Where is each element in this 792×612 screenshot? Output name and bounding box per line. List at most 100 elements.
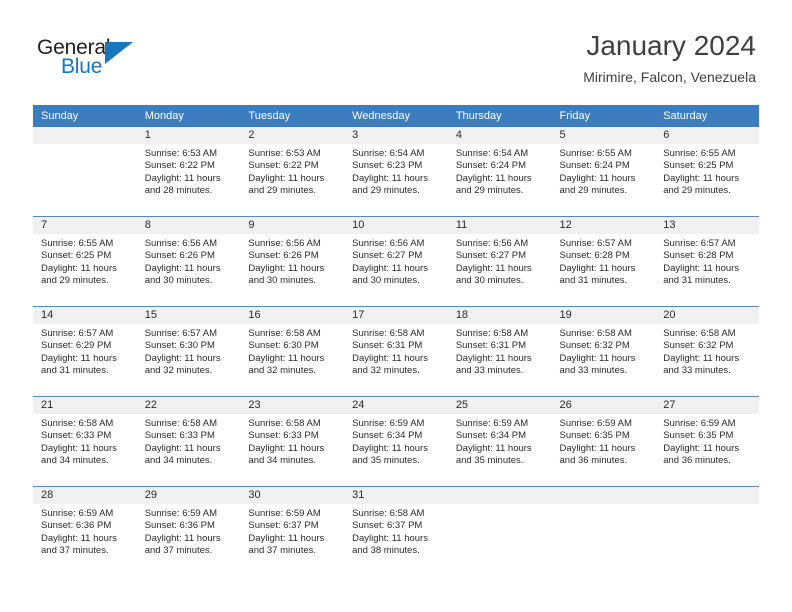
day-cell-inner: 25 Sunrise: 6:59 AM Sunset: 6:34 PM Dayligh…	[447, 397, 552, 486]
calendar-day-cell-empty	[655, 486, 759, 576]
calendar-day-cell[interactable]: 29 Sunrise: 6:59 AM Sunset: 6:36 PM Dayligh…	[136, 486, 241, 576]
day-cell-inner: 13 Sunrise: 6:57 AM Sunset: 6:28 PM Dayligh…	[655, 217, 759, 306]
weekday-header-tuesday: Tuesday	[240, 105, 345, 127]
calendar-day-cell[interactable]: 25 Sunrise: 6:59 AM Sunset: 6:34 PM Dayligh…	[447, 396, 552, 487]
weekday-header-sunday: Sunday	[33, 105, 137, 127]
daylight-text-line1: Daylight: 11 hours	[455, 352, 532, 364]
daylight-text-line1: Daylight: 11 hours	[144, 532, 221, 544]
day-number	[447, 487, 552, 504]
calendar-page: General Blue January 2024 Mirimire, Falc…	[0, 0, 792, 612]
daylight-text-line2: and 37 minutes.	[41, 545, 109, 557]
day-details: Sunrise: 6:53 AM Sunset: 6:22 PM Daylight:…	[137, 144, 241, 198]
calendar-day-cell[interactable]: 30 Sunrise: 6:59 AM Sunset: 6:37 PM Dayligh…	[240, 486, 345, 576]
day-details: Sunrise: 6:59 AM Sunset: 6:36 PM Daylight:…	[137, 504, 241, 558]
daylight-text-line2: and 32 minutes.	[144, 365, 213, 377]
calendar-day-cell[interactable]: 23 Sunrise: 6:58 AM Sunset: 6:33 PM Dayligh…	[240, 396, 345, 487]
calendar-day-cell[interactable]: 8 Sunrise: 6:56 AM Sunset: 6:26 PM Daylight…	[136, 216, 241, 307]
sunrise-text: Sunrise: 6:58 AM	[352, 508, 425, 519]
day-cell-inner	[33, 127, 137, 216]
calendar-day-cell[interactable]: 10 Sunrise: 6:56 AM Sunset: 6:27 PM Dayligh…	[344, 216, 448, 307]
day-number: 7	[33, 217, 137, 234]
sunrise-text: Sunrise: 6:55 AM	[41, 238, 114, 249]
day-details: Sunrise: 6:55 AM Sunset: 6:25 PM Daylight:…	[33, 234, 137, 288]
calendar-day-cell[interactable]: 2 Sunrise: 6:53 AM Sunset: 6:22 PM Daylight…	[240, 127, 345, 217]
day-number: 18	[447, 307, 552, 324]
sunset-text: Sunset: 6:35 PM	[559, 430, 630, 442]
day-cell-inner	[551, 487, 656, 576]
day-number: 29	[136, 487, 241, 504]
day-cell-inner	[447, 487, 552, 576]
daylight-text-line2: and 38 minutes.	[352, 545, 420, 557]
daylight-text-line1: Daylight: 11 hours	[41, 442, 117, 454]
calendar-day-cell-empty	[447, 486, 552, 576]
daylight-text-line2: and 29 minutes.	[248, 185, 317, 197]
logo-text-blue: Blue	[61, 55, 103, 78]
sunset-text: Sunset: 6:30 PM	[144, 340, 215, 352]
daylight-text-line2: and 34 minutes.	[248, 455, 317, 467]
calendar-day-cell[interactable]: 1 Sunrise: 6:53 AM Sunset: 6:22 PM Daylight…	[136, 127, 241, 217]
calendar-day-cell[interactable]: 6 Sunrise: 6:55 AM Sunset: 6:25 PM Daylight…	[655, 127, 759, 217]
day-number: 24	[344, 397, 448, 414]
day-details: Sunrise: 6:58 AM Sunset: 6:32 PM Daylight:…	[655, 324, 759, 378]
calendar-day-cell[interactable]: 18 Sunrise: 6:58 AM Sunset: 6:31 PM Dayligh…	[447, 306, 552, 397]
calendar-day-cell[interactable]: 20 Sunrise: 6:58 AM Sunset: 6:32 PM Dayligh…	[655, 306, 759, 397]
sunrise-text: Sunrise: 6:59 AM	[248, 508, 321, 519]
calendar-day-cell[interactable]: 17 Sunrise: 6:58 AM Sunset: 6:31 PM Dayligh…	[344, 306, 448, 397]
calendar-day-cell[interactable]: 13 Sunrise: 6:57 AM Sunset: 6:28 PM Dayligh…	[655, 216, 759, 307]
calendar-day-cell[interactable]: 9 Sunrise: 6:56 AM Sunset: 6:26 PM Daylight…	[240, 216, 345, 307]
sunrise-text: Sunrise: 6:59 AM	[41, 508, 114, 519]
calendar-day-cell[interactable]: 5 Sunrise: 6:55 AM Sunset: 6:24 PM Daylight…	[551, 127, 656, 217]
calendar-day-cell[interactable]: 16 Sunrise: 6:58 AM Sunset: 6:30 PM Dayligh…	[240, 306, 345, 397]
calendar-day-cell[interactable]: 24 Sunrise: 6:59 AM Sunset: 6:34 PM Dayligh…	[344, 396, 448, 487]
title-block: January 2024 Mirimire, Falcon, Venezuela	[583, 30, 756, 85]
daylight-text-line1: Daylight: 11 hours	[41, 352, 117, 364]
sunrise-text: Sunrise: 6:56 AM	[248, 238, 321, 249]
day-number: 30	[240, 487, 345, 504]
calendar-day-cell[interactable]: 12 Sunrise: 6:57 AM Sunset: 6:28 PM Dayligh…	[551, 216, 656, 307]
daylight-text-line2: and 29 minutes.	[352, 185, 420, 197]
calendar-week-row: 21 Sunrise: 6:58 AM Sunset: 6:33 PM Dayligh…	[33, 396, 759, 487]
day-cell-inner: 2 Sunrise: 6:53 AM Sunset: 6:22 PM Daylight…	[240, 127, 345, 216]
day-number: 2	[240, 127, 345, 144]
day-details: Sunrise: 6:58 AM Sunset: 6:31 PM Daylight:…	[344, 324, 448, 378]
sunrise-text: Sunrise: 6:58 AM	[144, 418, 218, 429]
calendar-day-cell[interactable]: 28 Sunrise: 6:59 AM Sunset: 6:36 PM Dayligh…	[33, 486, 137, 576]
day-details: Sunrise: 6:59 AM Sunset: 6:34 PM Daylight:…	[448, 414, 552, 468]
daylight-text-line2: and 29 minutes.	[559, 185, 628, 197]
calendar-day-cell[interactable]: 27 Sunrise: 6:59 AM Sunset: 6:35 PM Dayligh…	[655, 396, 759, 487]
day-cell-inner: 8 Sunrise: 6:56 AM Sunset: 6:26 PM Daylight…	[136, 217, 241, 306]
calendar-day-cell[interactable]: 31 Sunrise: 6:58 AM Sunset: 6:37 PM Dayligh…	[344, 486, 448, 576]
day-cell-inner: 7 Sunrise: 6:55 AM Sunset: 6:25 PM Daylight…	[33, 217, 137, 306]
sunset-text: Sunset: 6:26 PM	[248, 250, 319, 262]
sunrise-text: Sunrise: 6:55 AM	[559, 148, 632, 159]
day-cell-inner: 31 Sunrise: 6:58 AM Sunset: 6:37 PM Dayligh…	[344, 487, 448, 576]
calendar-day-cell[interactable]: 4 Sunrise: 6:54 AM Sunset: 6:24 PM Daylight…	[447, 127, 552, 217]
sunrise-text: Sunrise: 6:57 AM	[41, 328, 114, 339]
calendar-day-cell[interactable]: 14 Sunrise: 6:57 AM Sunset: 6:29 PM Dayligh…	[33, 306, 137, 397]
calendar-day-cell[interactable]: 15 Sunrise: 6:57 AM Sunset: 6:30 PM Dayligh…	[136, 306, 241, 397]
calendar-day-cell[interactable]: 11 Sunrise: 6:56 AM Sunset: 6:27 PM Dayligh…	[447, 216, 552, 307]
calendar-day-cell[interactable]: 19 Sunrise: 6:58 AM Sunset: 6:32 PM Dayligh…	[551, 306, 656, 397]
day-cell-inner: 19 Sunrise: 6:58 AM Sunset: 6:32 PM Dayligh…	[551, 307, 656, 396]
daylight-text-line1: Daylight: 11 hours	[352, 172, 428, 184]
daylight-text-line2: and 34 minutes.	[41, 455, 109, 467]
daylight-text-line1: Daylight: 11 hours	[248, 352, 325, 364]
calendar-header-row: Sunday Monday Tuesday Wednesday Thursday…	[33, 105, 759, 127]
daylight-text-line1: Daylight: 11 hours	[41, 532, 117, 544]
day-details: Sunrise: 6:58 AM Sunset: 6:32 PM Daylight:…	[552, 324, 656, 378]
calendar-day-cell[interactable]: 22 Sunrise: 6:58 AM Sunset: 6:33 PM Dayligh…	[136, 396, 241, 487]
sunrise-text: Sunrise: 6:58 AM	[41, 418, 114, 429]
sunrise-text: Sunrise: 6:56 AM	[455, 238, 529, 249]
day-number: 19	[551, 307, 656, 324]
day-cell-inner: 22 Sunrise: 6:58 AM Sunset: 6:33 PM Dayligh…	[136, 397, 241, 486]
calendar-day-cell[interactable]: 26 Sunrise: 6:59 AM Sunset: 6:35 PM Dayligh…	[551, 396, 656, 487]
general-blue-logo[interactable]: General Blue	[37, 36, 157, 84]
calendar-day-cell[interactable]: 7 Sunrise: 6:55 AM Sunset: 6:25 PM Daylight…	[33, 216, 137, 307]
day-details: Sunrise: 6:59 AM Sunset: 6:35 PM Daylight:…	[655, 414, 759, 468]
calendar-day-cell[interactable]: 3 Sunrise: 6:54 AM Sunset: 6:23 PM Daylight…	[344, 127, 448, 217]
sunrise-text: Sunrise: 6:58 AM	[352, 328, 425, 339]
daylight-text-line2: and 30 minutes.	[248, 275, 317, 287]
sunset-text: Sunset: 6:37 PM	[352, 520, 423, 532]
calendar-day-cell[interactable]: 21 Sunrise: 6:58 AM Sunset: 6:33 PM Dayligh…	[33, 396, 137, 487]
daylight-text-line2: and 30 minutes.	[455, 275, 524, 287]
